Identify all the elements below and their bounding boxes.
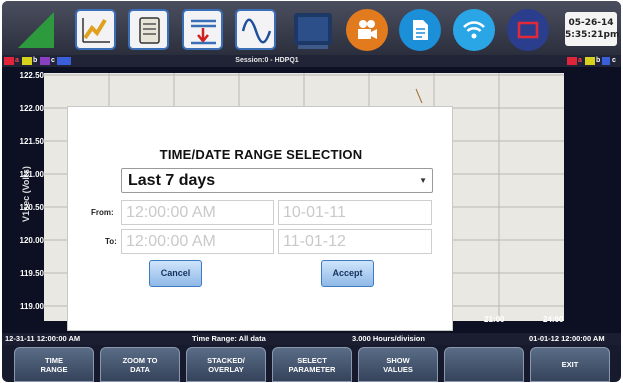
to-time-field[interactable]: 12:00:00 AM — [121, 229, 274, 254]
marker-button[interactable] — [182, 9, 223, 50]
trend-view-button[interactable] — [75, 9, 116, 50]
time-range-text: Time Range: All data — [192, 334, 266, 343]
softkey-bar: TIME RANGE ZOOM TO DATA STACKED/OVERLAY SE… — [2, 345, 621, 382]
channel-a-swatch — [4, 57, 14, 65]
select-parameter-button-label: SELECT PARAMETER — [288, 355, 336, 374]
channel-c-swatch — [40, 57, 50, 65]
stacked-overlay-button[interactable]: STACKED/OVERLAY — [186, 347, 266, 382]
to-date-field[interactable]: 11-01-12 — [278, 229, 432, 254]
channel-b-swatch-right — [585, 57, 595, 65]
from-label: From: — [91, 208, 114, 217]
y-tick: 119.50 — [19, 269, 44, 278]
app-frame: 05-26-14 5:35:21pm a b c Session:0 - HDP… — [2, 1, 621, 382]
range-start-text: 12-31-11 12:00:00 AM — [5, 334, 81, 343]
channel-c-label: c — [51, 57, 55, 64]
session-bar: a b c Session:0 - HDPQ1 a b c — [2, 55, 621, 67]
y-tick: 122.00 — [19, 104, 44, 113]
channel-a-label: a — [15, 57, 19, 64]
cancel-button[interactable]: Cancel — [149, 260, 202, 287]
channel-c-swatch-right — [602, 57, 610, 65]
scale-text: 3.000 Hours/division — [352, 334, 425, 343]
range-end-text: 01-01-12 12:00:00 AM — [529, 334, 605, 343]
channel-blue-swatch — [57, 57, 71, 65]
from-date-field[interactable]: 10-01-11 — [278, 200, 432, 225]
channel-c-label-right: c — [612, 57, 616, 64]
datetime-display: 05-26-14 5:35:21pm — [565, 12, 620, 46]
date-text: 05-26-14 — [568, 18, 614, 28]
range-select-value: Last 7 days — [128, 172, 216, 189]
waveform-icon — [241, 18, 272, 44]
y-tick: 119.00 — [19, 302, 44, 311]
frame-button[interactable] — [507, 9, 549, 51]
exit-button-label: EXIT — [561, 360, 579, 369]
from-time-field[interactable]: 12:00:00 AM — [121, 200, 274, 225]
channel-b-label-right: b — [596, 57, 601, 64]
waveform-button[interactable] — [235, 9, 276, 50]
channel-a-label-right: a — [578, 57, 582, 64]
scroll-icon — [139, 17, 160, 44]
channel-a-swatch-right — [567, 57, 577, 65]
y-tick: 120.00 — [19, 236, 44, 245]
video-camera-icon — [358, 20, 377, 39]
zoom-to-data-button[interactable]: ZOOM TO DATA — [100, 347, 180, 382]
stacked-overlay-button-label: STACKED/OVERLAY — [207, 355, 245, 374]
insert-marker-icon — [191, 19, 216, 45]
time-range-button-label: TIME RANGE — [40, 355, 68, 374]
select-parameter-button[interactable]: SELECT PARAMETER — [272, 347, 352, 382]
y-tick: 121.00 — [19, 170, 44, 179]
show-values-button-label: SHOW VALUES — [383, 355, 413, 374]
y-tick: 121.50 — [19, 137, 44, 146]
time-text: 5:35:21pm — [565, 30, 620, 40]
channel-b-label: b — [33, 57, 38, 64]
show-values-button[interactable]: SHOW VALUES — [358, 347, 438, 382]
range-select[interactable]: Last 7 days ▼ — [121, 168, 433, 193]
wifi-button[interactable] — [453, 9, 495, 51]
time-date-range-dialog: TIME/DATE RANGE SELECTION Last 7 days ▼ … — [67, 106, 453, 331]
x-tick: 24:00 — [543, 315, 564, 324]
session-title: Session:0 - HDPQ1 — [235, 57, 299, 64]
events-button[interactable] — [128, 9, 169, 50]
logo-triangle-icon — [18, 12, 54, 48]
document-icon — [413, 20, 428, 40]
channel-b-swatch — [22, 57, 32, 65]
toolbar: 05-26-14 5:35:21pm — [2, 1, 621, 55]
monitor-icon[interactable] — [292, 11, 334, 51]
frame-icon — [517, 21, 539, 39]
dialog-title: TIME/DATE RANGE SELECTION — [159, 147, 363, 162]
y-tick: 122.50 — [19, 71, 44, 80]
time-range-button[interactable]: TIME RANGE — [14, 347, 94, 382]
to-label: To: — [105, 237, 117, 246]
video-button[interactable] — [346, 9, 388, 51]
accept-button[interactable]: Accept — [321, 260, 374, 287]
y-tick: 120.50 — [19, 203, 44, 212]
wifi-icon — [463, 21, 485, 39]
report-button[interactable] — [399, 9, 441, 51]
trend-chart-icon — [82, 18, 110, 43]
chevron-down-icon: ▼ — [419, 176, 427, 185]
info-bar: 12-31-11 12:00:00 AM Time Range: All dat… — [2, 333, 621, 345]
exit-button[interactable]: EXIT — [530, 347, 610, 382]
zoom-to-data-button-label: ZOOM TO DATA — [122, 355, 158, 374]
blank-softkey-button[interactable] — [444, 347, 524, 382]
x-tick: 21:00 — [484, 315, 505, 324]
